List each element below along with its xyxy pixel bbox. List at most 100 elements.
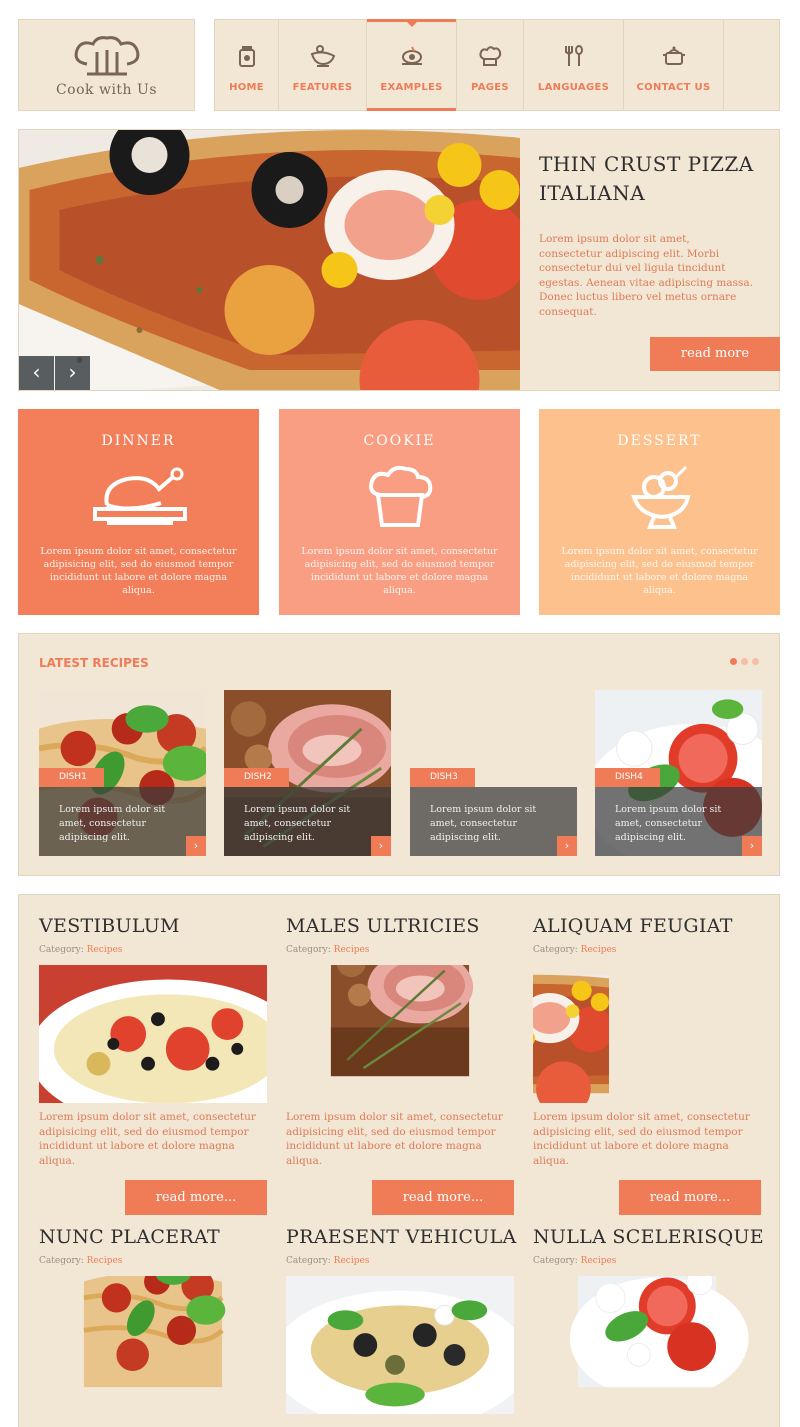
article-category: Category: Recipes	[533, 1256, 761, 1266]
slider-prev-button[interactable]: ‹	[19, 356, 54, 390]
article-body: Lorem ipsum dolor sit amet, consectetur …	[39, 1111, 256, 1167]
article-image[interactable]	[39, 1276, 267, 1414]
article-title[interactable]: PRAESENT VEHICULA	[286, 1226, 516, 1248]
read-more-button[interactable]: read more	[650, 337, 780, 371]
article-image[interactable]	[39, 965, 267, 1103]
category-link[interactable]: Recipes	[87, 1256, 123, 1266]
article-image[interactable]	[286, 965, 514, 1103]
article-title[interactable]: NUNC PLACERAT	[39, 1226, 267, 1248]
tile-title: DESSERT	[617, 433, 702, 449]
article-category: Category: Recipes	[286, 945, 514, 955]
nav-label: FEATURES	[292, 82, 353, 93]
tile-body: Lorem ipsum dolor sit amet, consectetur …	[40, 546, 237, 596]
nav-item-pages[interactable]: PAGES	[457, 20, 524, 110]
chevron-right-icon: ›	[564, 839, 570, 852]
category-label: Category:	[39, 945, 84, 955]
articles-section: VESTIBULUM Category: Recipes Lorem ipsum…	[18, 894, 780, 1427]
article-body: Lorem ipsum dolor sit amet, consectetur …	[286, 1111, 503, 1167]
dish-tag: DISH1	[39, 768, 104, 787]
article-card: NUNC PLACERAT Category: Recipes	[39, 1226, 267, 1414]
slider-next-button[interactable]: ›	[55, 356, 90, 390]
article-image[interactable]	[533, 965, 761, 1103]
tile-title: COOKIE	[363, 433, 436, 449]
category-label: Category:	[533, 945, 578, 955]
section-title: LATEST RECIPES	[39, 656, 149, 670]
nav-item-languages[interactable]: LANGUAGES	[524, 20, 624, 110]
recipe-text: Lorem ipsum dolor sit amet, consectetur …	[430, 804, 537, 843]
article-card: ALIQUAM FEUGIAT Category: Recipes Lorem …	[533, 915, 761, 1215]
fork-spoon-icon	[564, 45, 583, 66]
nav-label: LANGUAGES	[537, 82, 610, 93]
article-title[interactable]: NULLA SCELERISQUE	[533, 1226, 764, 1248]
category-link[interactable]: Recipes	[334, 945, 370, 955]
category-label: Category:	[286, 945, 331, 955]
chevron-right-icon: ›	[68, 360, 77, 384]
nav-item-contact-us[interactable]: CONTACT US	[624, 20, 724, 110]
article-category: Category: Recipes	[286, 1256, 514, 1266]
article-title[interactable]: ALIQUAM FEUGIAT	[533, 915, 761, 937]
carousel-dot[interactable]	[730, 658, 737, 665]
article-image[interactable]	[286, 1276, 514, 1414]
article-card: NULLA SCELERISQUE Category: Recipes	[533, 1226, 764, 1414]
category-tile-dessert[interactable]: DESSERT Lorem ipsum dolor sit amet, cons…	[539, 409, 780, 615]
read-more-button[interactable]: read more...	[125, 1180, 267, 1215]
recipe-card[interactable]: DISH4 Lorem ipsum dolor sit amet, consec…	[595, 690, 762, 856]
article-image[interactable]	[533, 1276, 761, 1414]
hero-slider: ‹ › THIN CRUST PIZZA ITALIANA Lorem ipsu…	[18, 129, 780, 391]
cupcake-icon	[368, 465, 432, 527]
chevron-right-icon: ›	[749, 839, 755, 852]
category-link[interactable]: Recipes	[334, 1256, 370, 1266]
read-more-button[interactable]: read more...	[619, 1180, 761, 1215]
nav-label: PAGES	[471, 82, 509, 93]
nav-item-examples[interactable]: EXAMPLES	[367, 19, 457, 111]
dish-tag: DISH4	[595, 768, 660, 787]
article-category: Category: Recipes	[39, 1256, 267, 1266]
recipe-arrow-button[interactable]: ›	[742, 836, 762, 856]
chevron-right-icon: ›	[193, 839, 199, 852]
article-card: PRAESENT VEHICULA Category: Recipes	[286, 1226, 516, 1414]
dish-tag: DISH3	[410, 768, 475, 787]
recipe-card[interactable]: DISH1 Lorem ipsum dolor sit amet, consec…	[39, 690, 206, 856]
nav-label: EXAMPLES	[380, 82, 443, 93]
roast-icon	[401, 46, 422, 65]
tile-title: DINNER	[101, 433, 176, 449]
category-tile-dinner[interactable]: DINNER Lorem ipsum dolor sit amet, conse…	[18, 409, 259, 615]
hero-title: THIN CRUST PIZZA ITALIANA	[539, 152, 754, 205]
recipe-card[interactable]: DISH2 Lorem ipsum dolor sit amet, consec…	[224, 690, 391, 856]
nav-item-features[interactable]: FEATURES	[279, 20, 367, 110]
category-label: Category:	[286, 1256, 331, 1266]
logo-text: Cook with Us	[55, 82, 158, 98]
article-card: VESTIBULUM Category: Recipes Lorem ipsum…	[39, 915, 267, 1215]
category-tile-cookie[interactable]: COOKIE Lorem ipsum dolor sit amet, conse…	[279, 409, 520, 615]
roast-chicken-icon	[92, 467, 187, 525]
chef-hat-icon	[479, 46, 502, 66]
read-more-button[interactable]: read more...	[372, 1180, 514, 1215]
tile-body: Lorem ipsum dolor sit amet, consectetur …	[301, 546, 498, 596]
gravy-boat-icon	[310, 45, 335, 67]
carousel-dot[interactable]	[752, 658, 759, 665]
carousel-dots	[730, 658, 759, 665]
category-link[interactable]: Recipes	[87, 945, 123, 955]
jar-icon	[238, 46, 255, 67]
hero-body: Lorem ipsum dolor sit amet, consectetur …	[539, 233, 753, 318]
article-title[interactable]: MALES ULTRICIES	[286, 915, 514, 937]
category-link[interactable]: Recipes	[581, 945, 617, 955]
hero-content: THIN CRUST PIZZA ITALIANA Lorem ipsum do…	[539, 130, 780, 390]
carousel-dot[interactable]	[741, 658, 748, 665]
chevron-left-icon: ‹	[32, 360, 41, 384]
recipe-card[interactable]: DISH3 Lorem ipsum dolor sit amet, consec…	[410, 690, 577, 856]
article-title[interactable]: VESTIBULUM	[39, 915, 267, 937]
latest-recipes-section: LATEST RECIPES DISH1 Lorem ipsum dolor s…	[18, 633, 780, 876]
recipe-text: Lorem ipsum dolor sit amet, consectetur …	[244, 804, 351, 843]
recipe-arrow-button[interactable]: ›	[371, 836, 391, 856]
category-link[interactable]: Recipes	[581, 1256, 617, 1266]
ice-cream-bowl-icon	[630, 465, 690, 529]
chevron-right-icon: ›	[378, 839, 384, 852]
article-card: MALES ULTRICIES Category: Recipes Lorem …	[286, 915, 514, 1215]
nav-item-home[interactable]: HOME	[215, 20, 279, 110]
recipe-arrow-button[interactable]: ›	[557, 836, 577, 856]
main-nav: HOME FEATURES EXAMPLES PAGES LANGUAGES C…	[214, 19, 780, 111]
nav-label: CONTACT US	[636, 82, 711, 93]
logo[interactable]: Cook with Us	[18, 19, 195, 111]
recipe-arrow-button[interactable]: ›	[186, 836, 206, 856]
